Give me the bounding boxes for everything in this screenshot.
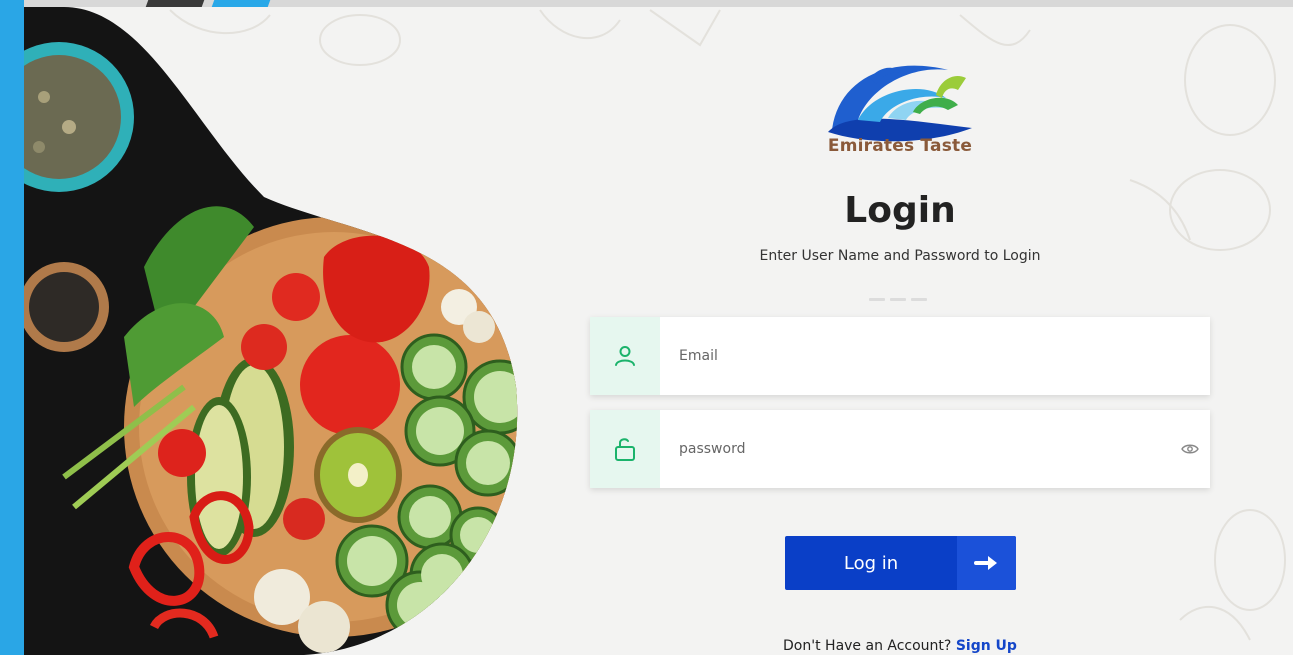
login-button[interactable]: Log in [785, 536, 1016, 590]
show-password-toggle[interactable] [1170, 410, 1210, 488]
page-title: Login [844, 190, 956, 231]
signup-link[interactable]: Sign Up [956, 638, 1017, 654]
signup-prompt: Don't Have an Account? Sign Up [700, 638, 1100, 654]
brand-name: Emirates Taste [827, 136, 973, 156]
login-button-label: Log in [843, 552, 899, 574]
arrow-right-icon [973, 556, 997, 570]
food-hero-image [24, 7, 518, 655]
password-icon-cell [590, 410, 660, 488]
eye-icon [1181, 444, 1199, 454]
password-field [590, 410, 1210, 488]
email-field [590, 317, 1210, 395]
title-divider [869, 286, 933, 301]
email-icon-cell [590, 317, 660, 395]
page-subtitle: Enter User Name and Password to Login [759, 248, 1041, 264]
password-input[interactable] [660, 410, 1170, 488]
user-icon [615, 346, 635, 366]
email-input[interactable] [660, 317, 1210, 395]
signup-prompt-text: Don't Have an Account? [783, 638, 952, 654]
unlock-icon [615, 438, 635, 461]
login-arrow-cell [957, 536, 1016, 590]
